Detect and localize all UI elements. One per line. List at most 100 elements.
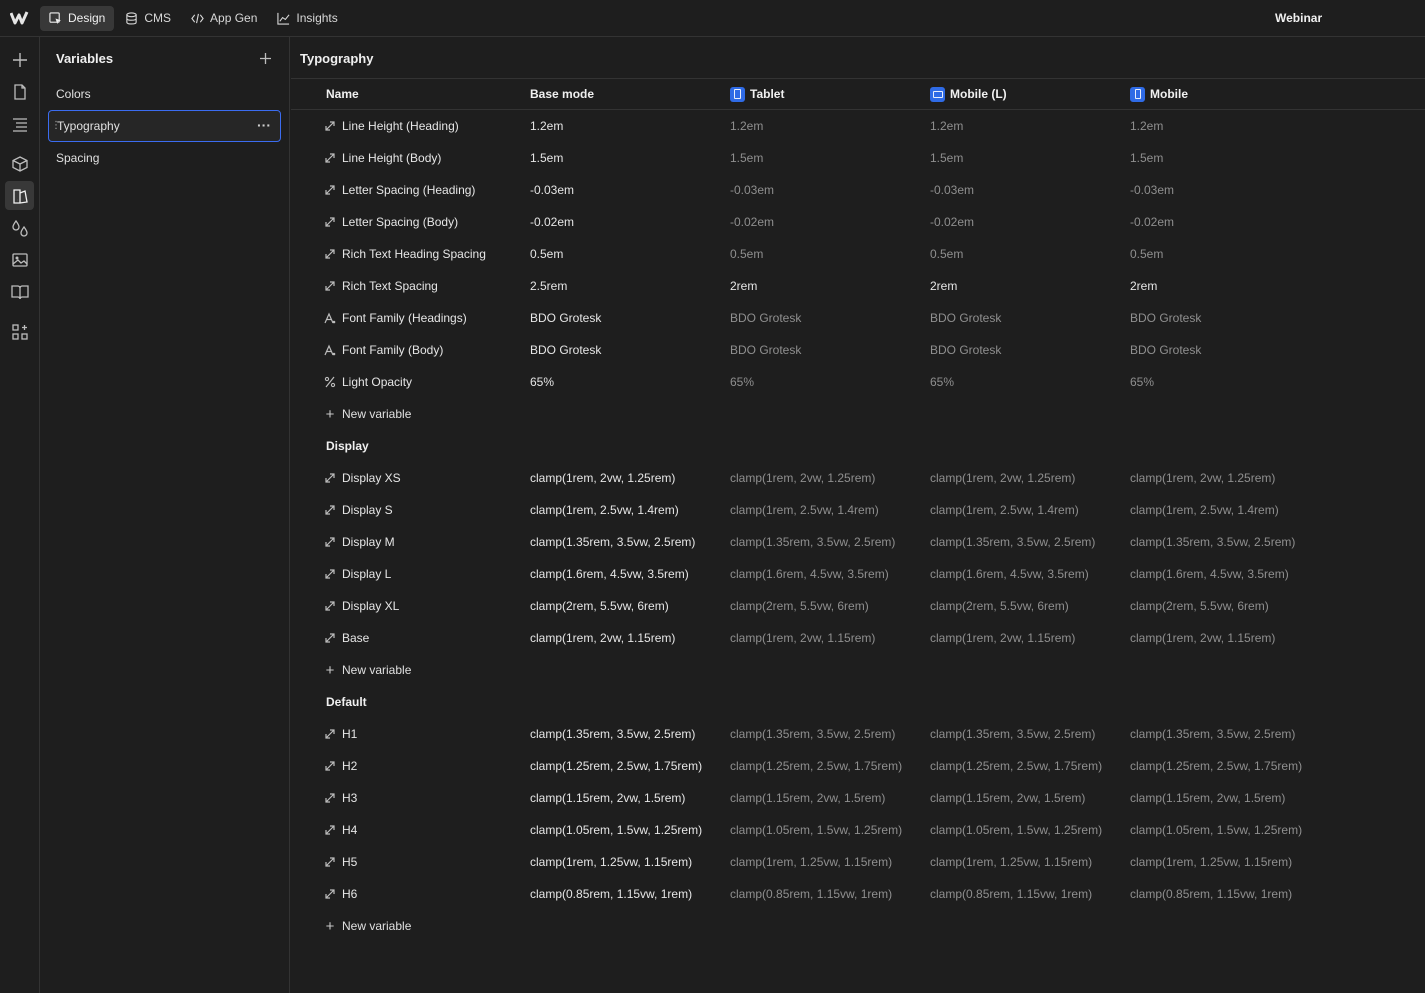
variable-name[interactable]: H3 [324,782,357,814]
variable-name[interactable]: Line Height (Heading) [324,110,459,142]
mobile-landscape-value[interactable]: clamp(1.25rem, 2.5vw, 1.75rem) [930,750,1102,782]
more-options-icon[interactable]: ··· [257,117,271,133]
mobile-value[interactable]: clamp(1.35rem, 3.5vw, 2.5rem) [1130,526,1295,558]
base-mode-value[interactable]: clamp(1.15rem, 2vw, 1.5rem) [530,782,685,814]
add-icon[interactable] [5,45,34,74]
column-header-base-mode[interactable]: Base mode [530,79,594,109]
column-header-mobile-landscape[interactable]: Mobile (L) [930,79,1007,109]
tablet-value[interactable]: 0.5em [730,238,763,270]
tablet-value[interactable]: clamp(1.35rem, 3.5vw, 2.5rem) [730,526,895,558]
mobile-landscape-value[interactable]: clamp(1.05rem, 1.5vw, 1.25rem) [930,814,1102,846]
base-mode-value[interactable]: BDO Grotesk [530,302,601,334]
mobile-landscape-value[interactable]: BDO Grotesk [930,302,1001,334]
variable-name[interactable]: Letter Spacing (Heading) [324,174,475,206]
add-collection-button[interactable] [256,49,274,67]
mobile-landscape-value[interactable]: clamp(1.15rem, 2vw, 1.5rem) [930,782,1085,814]
base-mode-value[interactable]: 1.5em [530,142,563,174]
variable-row[interactable]: H3 clamp(1.15rem, 2vw, 1.5rem) clamp(1.15r… [291,782,1425,814]
tablet-value[interactable]: BDO Grotesk [730,334,801,366]
library-icon[interactable] [5,277,34,306]
mobile-value[interactable]: clamp(1.6rem, 4.5vw, 3.5rem) [1130,558,1289,590]
variable-name[interactable]: H5 [324,846,357,878]
variable-name[interactable]: Base [324,622,369,654]
tab-insights[interactable]: Insights [268,6,346,31]
variable-name[interactable]: Display S [324,494,393,526]
mobile-value[interactable]: 1.5em [1130,142,1163,174]
mobile-landscape-value[interactable]: BDO Grotesk [930,334,1001,366]
variable-row[interactable]: H5 clamp(1rem, 1.25vw, 1.15rem) clamp(1rem… [291,846,1425,878]
tab-app-gen[interactable]: App Gen [182,6,266,31]
variable-name[interactable]: Display XL [324,590,399,622]
mobile-value[interactable]: clamp(0.85rem, 1.15vw, 1rem) [1130,878,1292,910]
tablet-value[interactable]: clamp(1rem, 2vw, 1.15rem) [730,622,875,654]
variable-row[interactable]: H4 clamp(1.05rem, 1.5vw, 1.25rem) clamp(1.… [291,814,1425,846]
tab-cms[interactable]: CMS [116,6,180,31]
variable-row[interactable]: Font Family (Body) BDO Grotesk BDO Grotesk… [291,334,1425,366]
base-mode-value[interactable]: clamp(1rem, 2.5vw, 1.4rem) [530,494,679,526]
components-icon[interactable] [5,149,34,178]
tablet-value[interactable]: 1.5em [730,142,763,174]
base-mode-value[interactable]: clamp(0.85rem, 1.15vw, 1rem) [530,878,692,910]
variable-row[interactable]: Letter Spacing (Body) -0.02em -0.02em -0.02… [291,206,1425,238]
base-mode-value[interactable]: clamp(1.6rem, 4.5vw, 3.5rem) [530,558,689,590]
new-variable-button[interactable]: + New variable [324,398,412,430]
variable-name[interactable]: Rich Text Heading Spacing [324,238,486,270]
variable-row[interactable]: Rich Text Spacing 2.5rem 2rem 2rem 2rem [291,270,1425,302]
mobile-landscape-value[interactable]: 65% [930,366,954,398]
mobile-landscape-value[interactable]: clamp(1rem, 1.25vw, 1.15rem) [930,846,1092,878]
collection-typography[interactable]: ⋮ Typography ··· [48,110,281,142]
variable-name[interactable]: Display XS [324,462,401,494]
project-name[interactable]: Webinar [1275,11,1322,25]
variable-name[interactable]: H2 [324,750,357,782]
mobile-landscape-value[interactable]: clamp(1rem, 2vw, 1.15rem) [930,622,1075,654]
variable-name[interactable]: Font Family (Headings) [324,302,467,334]
base-mode-value[interactable]: 2.5rem [530,270,567,302]
variable-row[interactable]: Display L clamp(1.6rem, 4.5vw, 3.5rem) cla… [291,558,1425,590]
variable-name[interactable]: Letter Spacing (Body) [324,206,458,238]
variable-name[interactable]: Light Opacity [324,366,412,398]
mobile-landscape-value[interactable]: -0.03em [930,174,974,206]
mobile-landscape-value[interactable]: clamp(0.85rem, 1.15vw, 1rem) [930,878,1092,910]
base-mode-value[interactable]: clamp(1rem, 1.25vw, 1.15rem) [530,846,692,878]
variable-row[interactable]: Base clamp(1rem, 2vw, 1.15rem) clamp(1rem,… [291,622,1425,654]
mobile-value[interactable]: 1.2em [1130,110,1163,142]
new-variable-button[interactable]: + New variable [324,654,412,686]
base-mode-value[interactable]: -0.03em [530,174,574,206]
new-variable-button[interactable]: + New variable [324,910,412,942]
base-mode-value[interactable]: clamp(1rem, 2vw, 1.25rem) [530,462,675,494]
base-mode-value[interactable]: 1.2em [530,110,563,142]
tablet-value[interactable]: clamp(1.6rem, 4.5vw, 3.5rem) [730,558,889,590]
tablet-value[interactable]: clamp(1.35rem, 3.5vw, 2.5rem) [730,718,895,750]
variable-row[interactable]: Line Height (Body) 1.5em 1.5em 1.5em 1.5em [291,142,1425,174]
mobile-landscape-value[interactable]: clamp(1.6rem, 4.5vw, 3.5rem) [930,558,1089,590]
mobile-value[interactable]: clamp(1.05rem, 1.5vw, 1.25rem) [1130,814,1302,846]
mobile-landscape-value[interactable]: 0.5em [930,238,963,270]
base-mode-value[interactable]: -0.02em [530,206,574,238]
assets-icon[interactable] [5,245,34,274]
base-mode-value[interactable]: 0.5em [530,238,563,270]
mobile-landscape-value[interactable]: clamp(2rem, 5.5vw, 6rem) [930,590,1069,622]
mobile-value[interactable]: clamp(1.15rem, 2vw, 1.5rem) [1130,782,1285,814]
column-header-tablet[interactable]: Tablet [730,79,784,109]
mobile-landscape-value[interactable]: clamp(1.35rem, 3.5vw, 2.5rem) [930,526,1095,558]
mobile-value[interactable]: -0.03em [1130,174,1174,206]
variable-row[interactable]: Display S clamp(1rem, 2.5vw, 1.4rem) clamp… [291,494,1425,526]
collection-colors[interactable]: Colors [48,78,281,110]
variables-icon[interactable] [5,181,34,210]
base-mode-value[interactable]: clamp(1.35rem, 3.5vw, 2.5rem) [530,526,695,558]
tablet-value[interactable]: clamp(1.15rem, 2vw, 1.5rem) [730,782,885,814]
variable-row[interactable]: H1 clamp(1.35rem, 3.5vw, 2.5rem) clamp(1.3… [291,718,1425,750]
tablet-value[interactable]: 2rem [730,270,757,302]
drag-handle-icon[interactable]: ⋮ [51,120,61,131]
tablet-value[interactable]: 65% [730,366,754,398]
variable-name[interactable]: Display M [324,526,395,558]
mobile-landscape-value[interactable]: 2rem [930,270,957,302]
tab-design[interactable]: Design [40,5,115,31]
variable-row[interactable]: Rich Text Heading Spacing 0.5em 0.5em 0.5em… [291,238,1425,270]
page-icon[interactable] [5,77,34,106]
base-mode-value[interactable]: clamp(1.25rem, 2.5vw, 1.75rem) [530,750,702,782]
mobile-value[interactable]: BDO Grotesk [1130,302,1201,334]
navigator-icon[interactable] [5,109,34,138]
mobile-value[interactable]: clamp(1rem, 2.5vw, 1.4rem) [1130,494,1279,526]
styles-icon[interactable] [5,213,34,242]
